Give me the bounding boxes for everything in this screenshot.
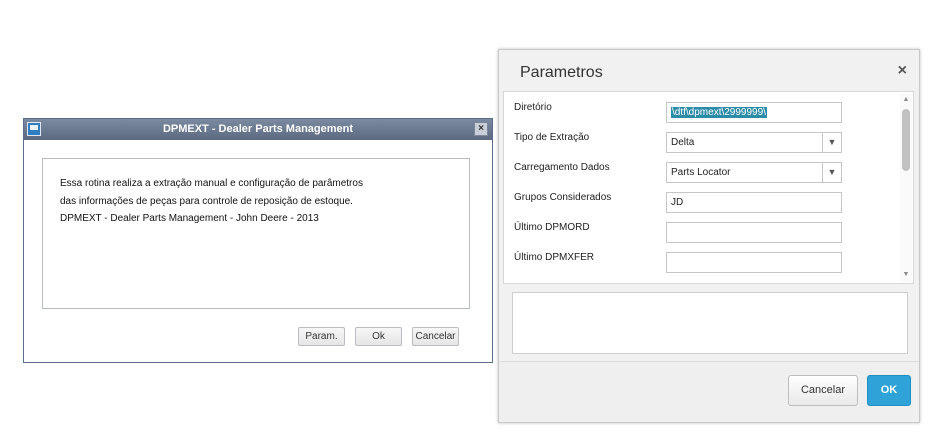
ultimo-dpmxfer-input[interactable] (666, 252, 842, 273)
tipo-extracao-value: Delta (671, 137, 695, 148)
tipo-extracao-select[interactable]: Delta ▼ (666, 132, 842, 153)
dpmext-close-icon[interactable]: × (474, 122, 488, 136)
ok-button[interactable]: Ok (355, 327, 402, 346)
grupos-value: JD (671, 197, 684, 208)
dpmext-dialog: DPMEXT - Dealer Parts Management × Essa … (23, 118, 493, 363)
carregamento-value: Parts Locator (671, 167, 731, 178)
grupos-input[interactable]: JD (666, 192, 842, 213)
diretorio-label: Diretório (514, 102, 552, 113)
ok-button[interactable]: OK (867, 375, 911, 406)
dpmext-info-panel: Essa rotina realiza a extração manual e … (42, 158, 470, 309)
carregamento-select[interactable]: Parts Locator ▼ (666, 162, 842, 183)
cancel-button[interactable]: Cancelar (412, 327, 459, 346)
ultimo-dpmord-label: Último DPMORD (514, 222, 590, 233)
param-button[interactable]: Param. (298, 327, 345, 346)
parametros-title: Parametros (520, 64, 603, 81)
diretorio-value: \dtf\dpmext\2999999\ (671, 107, 767, 118)
dpmext-title: DPMEXT - Dealer Parts Management (162, 123, 354, 135)
notes-textarea[interactable] (512, 292, 908, 354)
info-line-2: das informações de peças para controle d… (60, 196, 353, 207)
info-line-1: Essa rotina realiza a extração manual e … (60, 178, 363, 189)
parametros-dialog: Parametros × Diretório \dtf\dpmext\29999… (498, 49, 920, 423)
scroll-down-icon[interactable]: ▼ (900, 270, 912, 280)
ultimo-dpmord-input[interactable] (666, 222, 842, 243)
dpmext-titlebar: DPMEXT - Dealer Parts Management × (24, 119, 492, 140)
scroll-thumb[interactable] (902, 109, 910, 171)
tipo-extracao-label: Tipo de Extração (514, 132, 590, 143)
parameters-form: Diretório \dtf\dpmext\2999999\ Tipo de E… (503, 91, 914, 284)
carregamento-label: Carregamento Dados (514, 162, 610, 173)
scroll-up-icon[interactable]: ▲ (900, 95, 912, 105)
close-icon[interactable]: × (898, 62, 907, 80)
grupos-label: Grupos Considerados (514, 192, 612, 203)
diretorio-input[interactable]: \dtf\dpmext\2999999\ (666, 102, 842, 123)
cancel-button[interactable]: Cancelar (788, 375, 858, 406)
ultimo-dpmxfer-label: Último DPMXFER (514, 252, 595, 263)
info-line-3: DPMEXT - Dealer Parts Management - John … (60, 213, 319, 224)
parametros-header: Parametros × (499, 50, 919, 91)
parametros-footer: Cancelar OK (499, 361, 919, 422)
form-scrollbar[interactable]: ▲ ▼ (900, 93, 912, 282)
dropdown-arrow-icon[interactable]: ▼ (822, 163, 841, 182)
dropdown-arrow-icon[interactable]: ▼ (822, 133, 841, 152)
